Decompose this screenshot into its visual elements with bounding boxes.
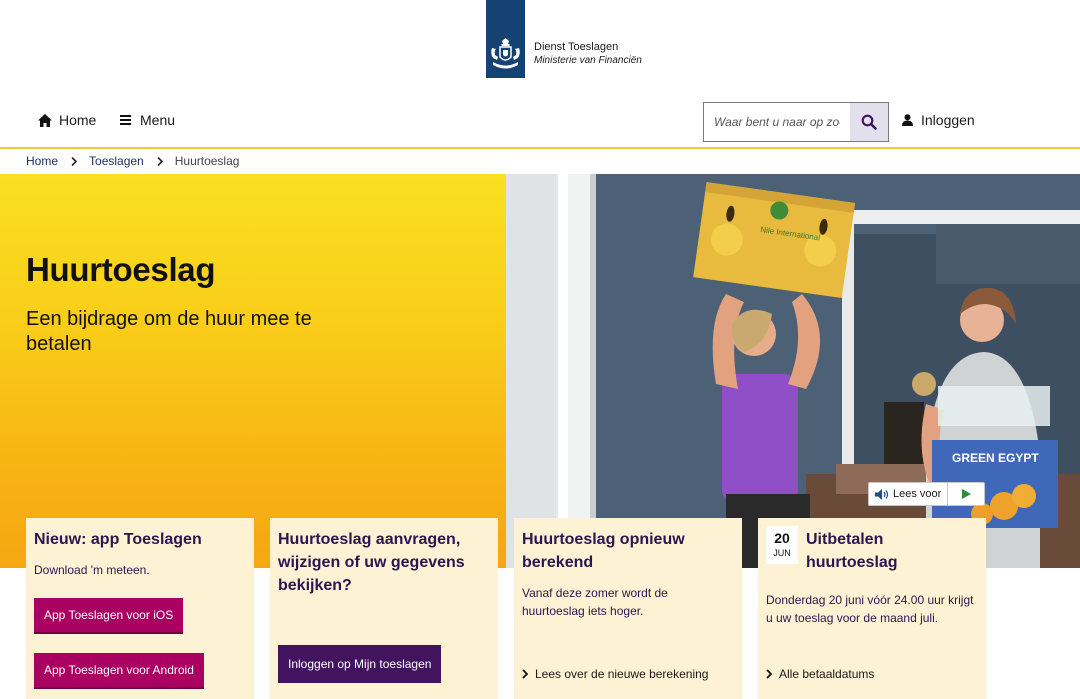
- org-subtitle: Ministerie van Financiën: [534, 55, 642, 66]
- card-text: Donderdag 20 juni vóór 24.00 uur krijgt …: [766, 593, 974, 625]
- card-aanvragen: Huurtoeslag aanvragen, wijzigen of uw ge…: [270, 518, 498, 699]
- search-bar: [703, 102, 889, 142]
- login-label: Inloggen: [921, 112, 975, 128]
- link-label: Alle betaaldatums: [779, 667, 875, 681]
- search-icon: [861, 114, 877, 130]
- hero-banner: [0, 174, 506, 568]
- nav-home-label: Home: [59, 112, 97, 128]
- breadcrumb-current: Huurtoeslag: [174, 154, 240, 168]
- login-link[interactable]: Inloggen: [902, 112, 975, 128]
- chevron-right-icon: [71, 156, 78, 166]
- read-aloud-label: Lees voor: [893, 488, 942, 500]
- page-subtitle: Een bijdrage om de huur mee te betalen: [26, 308, 312, 355]
- play-button[interactable]: [948, 483, 984, 505]
- user-icon: [902, 114, 913, 126]
- nav-home-link[interactable]: Home: [38, 112, 96, 128]
- new-calculation-link[interactable]: Lees over de nieuwe berekening: [522, 667, 708, 681]
- date-day: 20: [774, 530, 790, 546]
- org-title: Dienst Toeslagen: [534, 41, 619, 53]
- link-label: Lees over de nieuwe berekening: [535, 667, 709, 681]
- hero-photo: Nile International GREEN EGYPT: [506, 174, 1080, 568]
- date-month: JUN: [773, 548, 791, 558]
- breadcrumb: Home Toeslagen Huurtoeslag: [26, 153, 239, 169]
- app-android-button[interactable]: App Toeslagen voor Android: [34, 653, 204, 689]
- nav-menu-label: Menu: [140, 112, 176, 128]
- read-aloud-button[interactable]: Lees voor: [869, 483, 949, 505]
- speaker-icon: [875, 488, 889, 500]
- hero-illustration: Nile International GREEN EGYPT: [506, 174, 1080, 568]
- box-right-label: GREEN EGYPT: [952, 451, 1039, 465]
- login-mijn-toeslagen-button[interactable]: Inloggen op Mijn toeslagen: [278, 645, 442, 683]
- page-title: Huurtoeslag: [26, 251, 216, 288]
- card-title: Uitbetalen huurtoeslag: [806, 531, 898, 571]
- search-input[interactable]: [704, 103, 850, 141]
- chevron-right-icon: [522, 669, 528, 679]
- card-title: Nieuw: app Toeslagen: [34, 531, 202, 548]
- nav-divider: [0, 147, 1080, 149]
- card-opnieuw-berekend: Huurtoeslag opnieuw berekend Vanaf deze …: [514, 518, 742, 699]
- royal-crest-icon: [491, 38, 520, 69]
- logo-wordmark: Dienst Toeslagen Ministerie van Financië…: [534, 40, 642, 68]
- main-navigation: Home Menu Inloggen: [0, 100, 1080, 148]
- home-icon: [38, 113, 52, 127]
- payment-dates-link[interactable]: Alle betaaldatums: [766, 667, 874, 681]
- chevron-right-icon: [766, 669, 772, 679]
- chevron-right-icon: [157, 156, 163, 166]
- date-badge: 20 JUN: [766, 526, 798, 564]
- breadcrumb-home[interactable]: Home: [26, 154, 58, 168]
- card-uitbetalen: 20 JUN Uitbetalen huurtoeslag Donderdag …: [758, 518, 986, 699]
- card-text: Download 'm meteen.: [34, 563, 150, 577]
- card-title: Huurtoeslag opnieuw berekend: [522, 531, 685, 571]
- hamburger-icon: [120, 115, 131, 125]
- breadcrumb-toeslagen[interactable]: Toeslagen: [89, 154, 144, 168]
- search-button[interactable]: [850, 103, 888, 141]
- read-aloud-widget: Lees voor: [868, 482, 985, 506]
- play-icon: [961, 489, 971, 499]
- card-text: Vanaf deze zomer wordt de huurtoeslag ie…: [522, 586, 668, 618]
- app-ios-button[interactable]: App Toeslagen voor iOS: [34, 598, 184, 634]
- card-app-toeslagen: Nieuw: app Toeslagen Download 'm meteen.…: [26, 518, 254, 699]
- card-title: Huurtoeslag aanvragen, wijzigen of uw ge…: [278, 531, 465, 594]
- nav-menu-button[interactable]: Menu: [120, 112, 175, 128]
